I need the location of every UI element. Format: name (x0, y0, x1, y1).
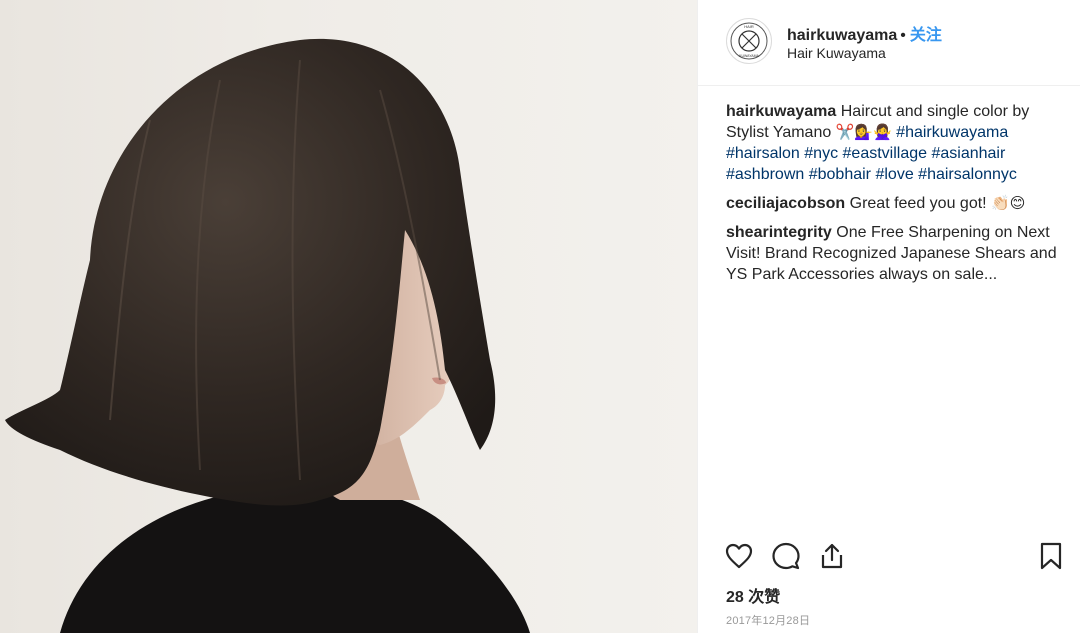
hashtag[interactable]: #ashbrown (726, 166, 804, 183)
separator-dot: • (900, 27, 906, 44)
account-avatar[interactable]: HAIR KUWAYAMA (726, 18, 772, 64)
hashtag[interactable]: #eastvillage (843, 145, 928, 162)
comment-username[interactable]: ceciliajacobson (726, 195, 845, 212)
post-photo-illustration (5, 38, 530, 633)
caption-emojis: ✂️💁‍♀️🙅‍♀️ (835, 124, 892, 141)
bookmark-icon (1040, 542, 1062, 570)
salon-logo-icon: HAIR KUWAYAMA (730, 22, 768, 60)
avatar-logo-bottom: KUWAYAMA (739, 54, 759, 58)
caption-username[interactable]: hairkuwayama (726, 103, 836, 120)
comment-item: shearintegrity One Free Sharpening on Ne… (726, 222, 1062, 285)
avatar-logo-top: HAIR (744, 24, 754, 29)
comment-text: Great feed you got! (849, 195, 987, 212)
comment-item: ceciliajacobson Great feed you got! 👏🏻😊 (726, 193, 1062, 214)
post-actions: 28 次赞 2017年12月28日 (698, 520, 1080, 633)
heart-icon (725, 543, 753, 569)
comment-username[interactable]: shearintegrity (726, 224, 832, 241)
account-display-name: Hair Kuwayama (787, 45, 886, 61)
hashtag[interactable]: #bobhair (809, 166, 871, 183)
comment-emojis: 👏🏻😊 (991, 195, 1026, 212)
caption-comment: hairkuwayama Haircut and single color by… (726, 101, 1062, 185)
post-date: 2017年12月28日 (726, 615, 811, 627)
comments-list: hairkuwayama Haircut and single color by… (726, 101, 1062, 293)
hashtag[interactable]: #hairsalon (726, 145, 800, 162)
save-button[interactable] (1036, 541, 1066, 571)
hashtag[interactable]: #nyc (804, 145, 838, 162)
hashtag[interactable]: #hairkuwayama (896, 124, 1008, 141)
hashtag[interactable]: #hairsalonnyc (918, 166, 1017, 183)
username-row: hairkuwayama • 关注 (787, 21, 942, 45)
follow-button[interactable]: 关注 (910, 27, 942, 44)
like-button[interactable] (724, 541, 754, 571)
share-button[interactable] (817, 541, 847, 571)
share-icon (821, 543, 843, 569)
post-details-panel: HAIR KUWAYAMA hairkuwayama • 关注 Hair Kuway… (697, 0, 1080, 633)
comment-button[interactable] (771, 541, 801, 571)
hashtag[interactable]: #asianhair (931, 145, 1005, 162)
post-header: HAIR KUWAYAMA hairkuwayama • 关注 Hair Kuway… (698, 0, 1080, 86)
likes-count[interactable]: 28 次赞 (726, 583, 780, 607)
comment-bubble-icon (772, 542, 800, 570)
post-photo[interactable] (0, 0, 697, 633)
hashtag[interactable]: #love (875, 166, 913, 183)
username-link[interactable]: hairkuwayama (787, 27, 897, 44)
